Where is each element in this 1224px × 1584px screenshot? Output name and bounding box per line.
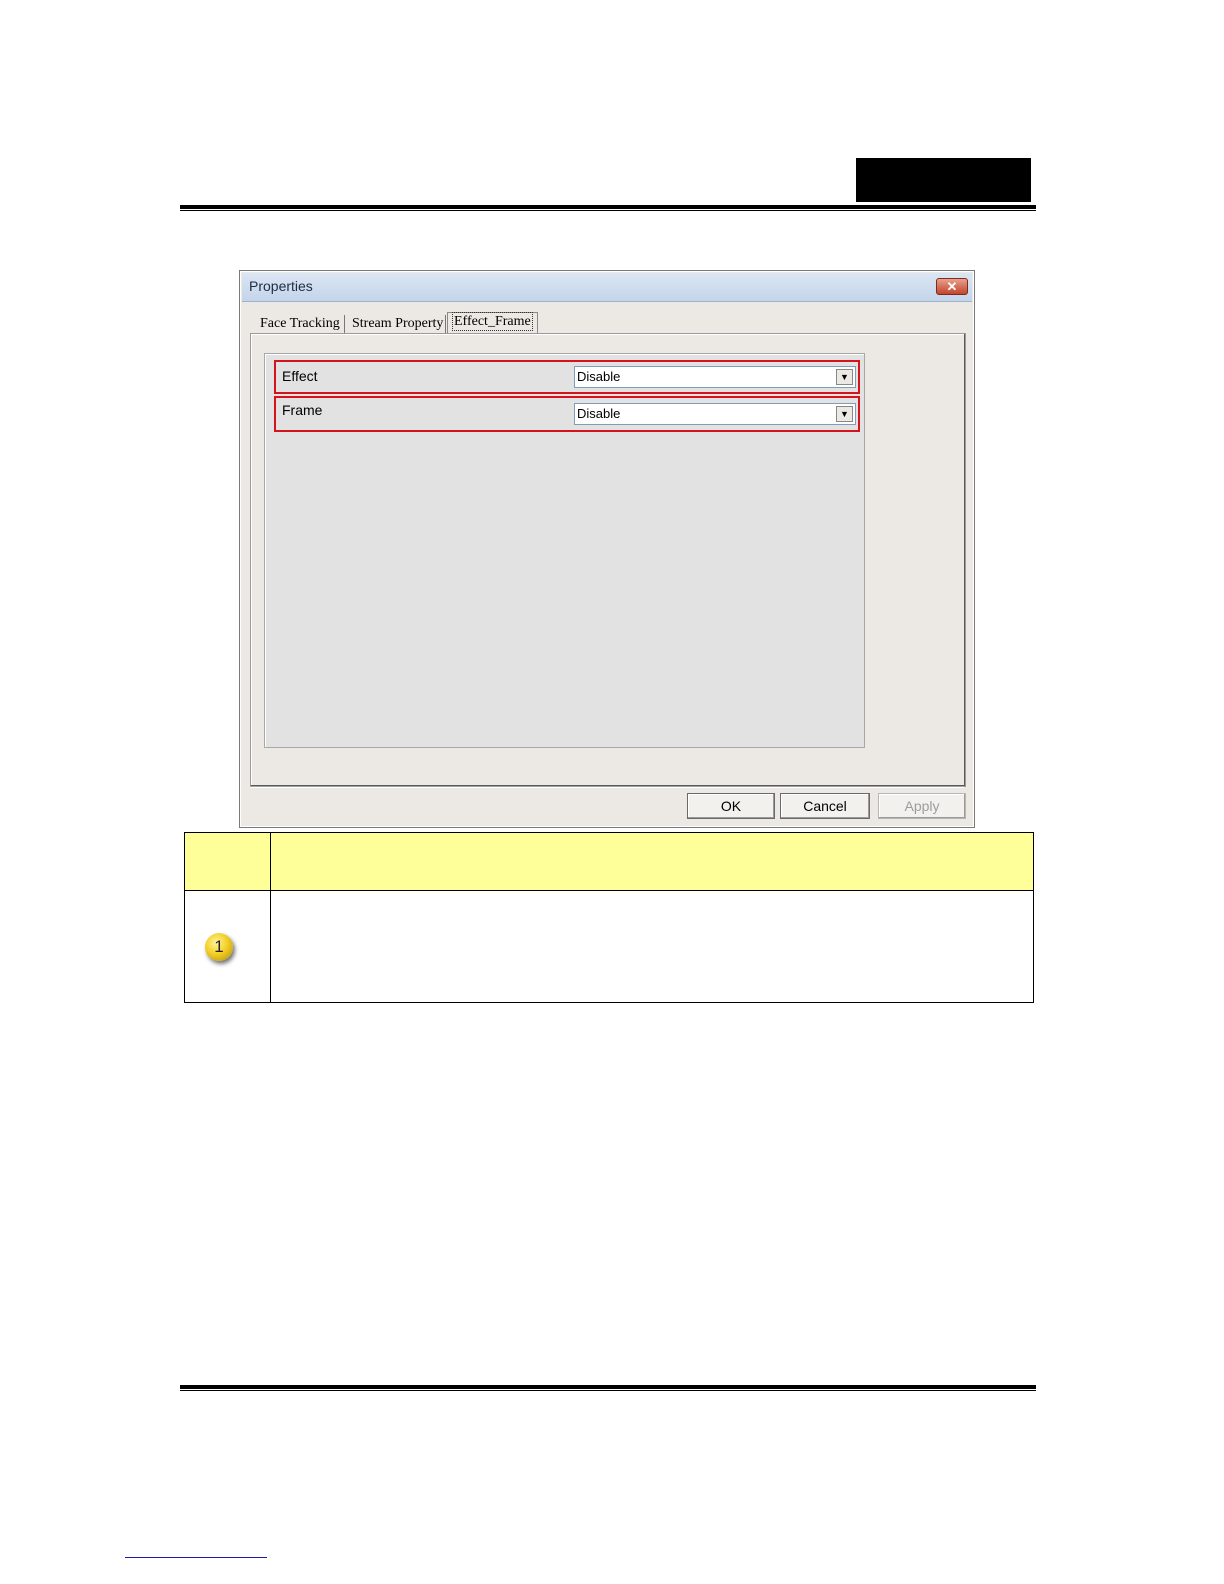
title-bar[interactable]: Properties ✕: [242, 273, 972, 302]
table-cell: [270, 890, 1034, 1003]
tab-stream-property[interactable]: Stream Property: [346, 315, 449, 335]
table-row: 1: [184, 890, 1034, 1003]
table-header-row: [184, 832, 1034, 891]
effect-label: Effect: [282, 368, 318, 384]
frame-row: Frame Disable ▼: [274, 396, 860, 432]
description-table: 1: [184, 832, 1034, 1003]
close-button[interactable]: ✕: [936, 278, 968, 295]
header-rule-thin: [180, 210, 1036, 211]
dialog-title: Properties: [249, 278, 313, 294]
footer-rule-thin: [180, 1390, 1036, 1391]
tab-divider: [445, 315, 446, 335]
tab-label: Face Tracking: [260, 316, 340, 331]
properties-dialog: Properties ✕ Face Tracking Stream Proper…: [239, 270, 975, 828]
settings-group: Effect Disable ▼ Frame Disable ▼: [264, 353, 865, 748]
frame-value: Disable: [577, 406, 621, 421]
tab-panel: Effect Disable ▼ Frame Disable ▼: [250, 333, 966, 787]
frame-dropdown[interactable]: Disable ▼: [574, 403, 856, 425]
effect-value: Disable: [577, 369, 621, 384]
table-header-cell: [184, 832, 271, 891]
tab-label: Stream Property: [352, 316, 444, 331]
close-icon: ✕: [946, 279, 958, 294]
footer-rule: [180, 1385, 1036, 1389]
tab-divider: [344, 315, 345, 335]
table-cell: 1: [184, 890, 271, 1003]
footer-link-underline: [125, 1557, 267, 1558]
effect-dropdown[interactable]: Disable ▼: [574, 366, 856, 388]
tab-label: Effect_Frame: [452, 312, 533, 331]
button-divider: [250, 786, 964, 787]
tab-effect-frame[interactable]: Effect_Frame: [447, 312, 538, 334]
frame-label: Frame: [282, 402, 323, 418]
header-rule: [180, 205, 1036, 209]
ok-button[interactable]: OK: [687, 793, 775, 819]
chevron-down-icon[interactable]: ▼: [836, 369, 853, 385]
effect-row: Effect Disable ▼: [274, 360, 860, 394]
number-one-icon: 1: [205, 932, 233, 961]
header-black-box: [856, 158, 1031, 202]
table-header-cell: [270, 832, 1034, 891]
apply-button[interactable]: Apply: [878, 793, 966, 819]
cancel-button[interactable]: Cancel: [780, 793, 870, 819]
tab-face-tracking[interactable]: Face Tracking: [254, 315, 346, 335]
chevron-down-icon[interactable]: ▼: [836, 406, 853, 422]
